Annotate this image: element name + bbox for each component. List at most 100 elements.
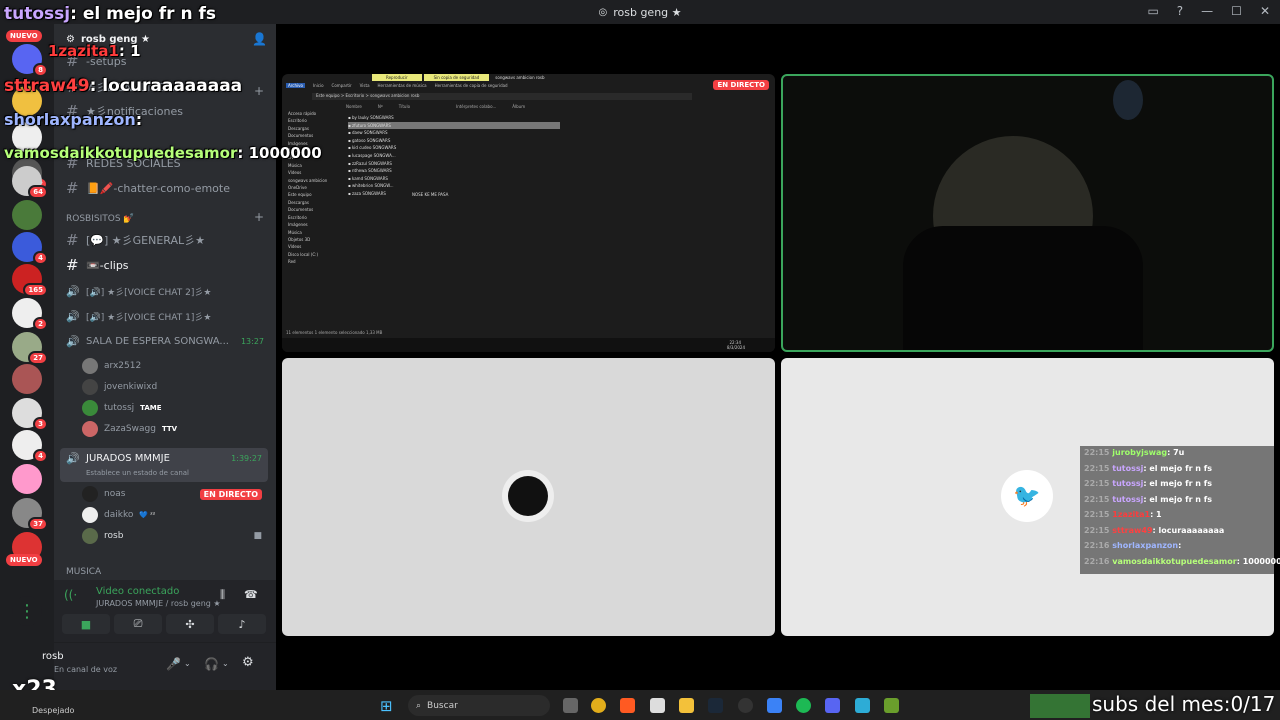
server-icon[interactable]: 2 — [12, 298, 48, 331]
folder-icon[interactable] — [679, 698, 694, 713]
file-row[interactable]: ▪ zfuturo SONGWARS — [348, 121, 560, 130]
explorer-nav-item[interactable]: Escritorio — [288, 117, 342, 124]
server-icon[interactable] — [12, 364, 42, 394]
minimize-button[interactable]: — — [1201, 4, 1213, 18]
weather-label[interactable]: Despejado — [32, 706, 74, 715]
explorer-nav-item[interactable]: Red — [288, 258, 342, 265]
server-icon[interactable]: 4 — [12, 232, 48, 265]
video-stage: EN DIRECTO Reproducir Sin copia de segur… — [276, 24, 1280, 690]
soundboard-icon[interactable]: ⫼ — [220, 588, 225, 602]
chat-message: : el mejo fr n fs — [70, 4, 217, 24]
add-member-icon[interactable]: 👤 — [252, 32, 267, 46]
explorer-nav-item[interactable]: Documentos — [288, 206, 342, 213]
explorer-nav-item[interactable]: Descargas — [288, 125, 342, 132]
screenshare-tile[interactable]: EN DIRECTO Reproducir Sin copia de segur… — [282, 74, 775, 352]
screen-share-button[interactable]: ⎚ — [114, 614, 162, 634]
chevron-down-icon[interactable]: ⌄ — [184, 659, 191, 668]
edge-icon[interactable] — [767, 698, 782, 713]
steam-icon[interactable] — [708, 698, 723, 713]
close-button[interactable]: ✕ — [1260, 4, 1270, 18]
file-row[interactable]: ▪ daew SONGWARS — [348, 129, 628, 137]
app-icon[interactable] — [884, 698, 899, 713]
file-row[interactable]: ▪ zzRazul SONGWARS — [348, 160, 628, 168]
explorer-nav-item[interactable]: Música — [288, 162, 342, 169]
channel-voice-2[interactable]: 🔊 [🔊] ★彡[VOICE CHAT 2]彡★ — [60, 280, 268, 302]
server-icon[interactable]: 64 — [12, 166, 48, 199]
chat-message: : 7u — [1167, 448, 1185, 457]
channel-jurados[interactable]: 🔊 JURADOS MMMJE 1:39:27 Establece un est… — [60, 448, 268, 482]
bird-icon: 🐦 — [1013, 483, 1041, 509]
explorer-nav-item[interactable]: Imágenes — [288, 221, 342, 228]
chevron-down-icon[interactable]: ⌄ — [222, 659, 229, 668]
server-icon[interactable]: 27 — [12, 332, 48, 365]
store-icon[interactable] — [650, 698, 665, 713]
chrome-icon[interactable] — [591, 698, 606, 713]
file-row[interactable]: ▪ kid cudeo SONGWARS — [348, 144, 628, 152]
voice-user[interactable]: rosb ■ — [82, 526, 262, 546]
explorer-nav-item[interactable]: Documentos — [288, 132, 342, 139]
explorer-nav-item[interactable]: Descargas — [288, 199, 342, 206]
file-row[interactable]: ▪ whitebrion SONGW... — [348, 182, 628, 190]
add-channel-icon[interactable]: + — [254, 210, 264, 224]
camera-button[interactable]: ■ — [62, 614, 110, 634]
headphones-icon[interactable]: 🎧 — [204, 657, 219, 671]
server-icon[interactable]: 4 — [12, 430, 48, 463]
category-rosbisitos[interactable]: ROSBISITOS 💅 — [66, 214, 135, 224]
search-box[interactable]: ⌕ Buscar — [408, 695, 550, 716]
brave-icon[interactable] — [620, 698, 635, 713]
server-icon[interactable] — [12, 464, 42, 494]
voice-icon[interactable]: ⋮ — [12, 596, 42, 626]
explorer-nav-item[interactable]: Música — [288, 229, 342, 236]
voice-user[interactable]: daikko 💙 ᶻᶻ — [82, 505, 155, 525]
channel-general[interactable]: # [💬] ★彡GENERAL彡★ — [60, 229, 268, 251]
speaker-icon: 🔊 — [66, 309, 80, 323]
explorer-nav-item[interactable]: Vídeos — [288, 169, 342, 176]
activities-button[interactable]: ✣ — [166, 614, 214, 634]
task-view-icon[interactable] — [563, 698, 578, 713]
start-icon[interactable]: ⊞ — [380, 697, 393, 715]
spotify-icon[interactable] — [796, 698, 811, 713]
explorer-nav-item[interactable]: Disco local (C:) — [288, 251, 342, 258]
participant-tile[interactable] — [282, 358, 775, 636]
voice-user[interactable]: tutossj TAME — [82, 398, 162, 418]
server-icon[interactable]: 165 — [12, 264, 48, 297]
file-row[interactable]: ▪ zaza SONGWARS — [348, 190, 628, 198]
explorer-nav-item[interactable]: Vídeos — [288, 243, 342, 250]
voice-user[interactable]: jovenkiwixd — [82, 377, 157, 397]
file-row[interactable]: ▪ gatoso SONGWARS — [348, 137, 628, 145]
notepad-icon[interactable] — [855, 698, 870, 713]
disconnect-icon[interactable]: ☎ — [244, 588, 258, 601]
inbox-icon[interactable]: ▭ — [1147, 4, 1158, 18]
category-musica[interactable]: MUSICA — [66, 567, 101, 577]
server-icon[interactable]: 3 — [12, 398, 48, 431]
file-row[interactable]: ▪ lucaspage SONGWA... — [348, 152, 628, 160]
explorer-nav-item[interactable]: OneDrive — [288, 184, 342, 191]
file-row[interactable]: ▪ by lauky SONGWARS — [348, 114, 628, 122]
maximize-button[interactable]: ☐ — [1231, 4, 1242, 18]
explorer-nav-item[interactable]: Este equipo — [288, 191, 342, 198]
voice-user[interactable]: arx2512 — [82, 356, 141, 376]
discord-icon[interactable] — [825, 698, 840, 713]
channel-sala-de-espera[interactable]: 🔊 SALA DE ESPERA SONGWA... 13:27 — [60, 330, 268, 352]
help-icon[interactable]: ? — [1177, 4, 1183, 18]
explorer-nav-item[interactable]: Acceso rápido — [288, 110, 342, 117]
explorer-nav-item[interactable]: songwavs ambicion — [288, 177, 342, 184]
server-icon[interactable]: 37 — [12, 498, 48, 531]
soundboard-button[interactable]: ♪ — [218, 614, 266, 634]
server-icon[interactable]: 8 — [12, 44, 48, 77]
channel-clips[interactable]: # 📼-clips — [60, 254, 268, 276]
obs-icon[interactable] — [738, 698, 753, 713]
mic-icon[interactable]: 🎤 — [166, 657, 181, 671]
voice-user[interactable]: ZazaSwagg TTV — [82, 419, 177, 439]
file-row[interactable]: ▪ kamd SONGWARS — [348, 175, 628, 183]
explorer-nav-item[interactable]: Objetos 3D — [288, 236, 342, 243]
file-row[interactable]: ▪ nthewa SONGWARS — [348, 167, 628, 175]
channel-chatter-como-emote[interactable]: # 📙🖍️-chatter-como-emote — [60, 177, 268, 199]
explorer-nav-item[interactable]: Escritorio — [288, 214, 342, 221]
voice-user[interactable]: noas EN DIRECTO — [82, 484, 262, 504]
webcam-tile[interactable] — [781, 74, 1274, 352]
server-icon[interactable] — [12, 200, 42, 230]
settings-icon[interactable]: ⚙ — [242, 655, 254, 670]
channel-voice-1[interactable]: 🔊 [🔊] ★彡[VOICE CHAT 1]彡★ — [60, 305, 268, 327]
add-channel-icon[interactable]: + — [254, 84, 264, 98]
